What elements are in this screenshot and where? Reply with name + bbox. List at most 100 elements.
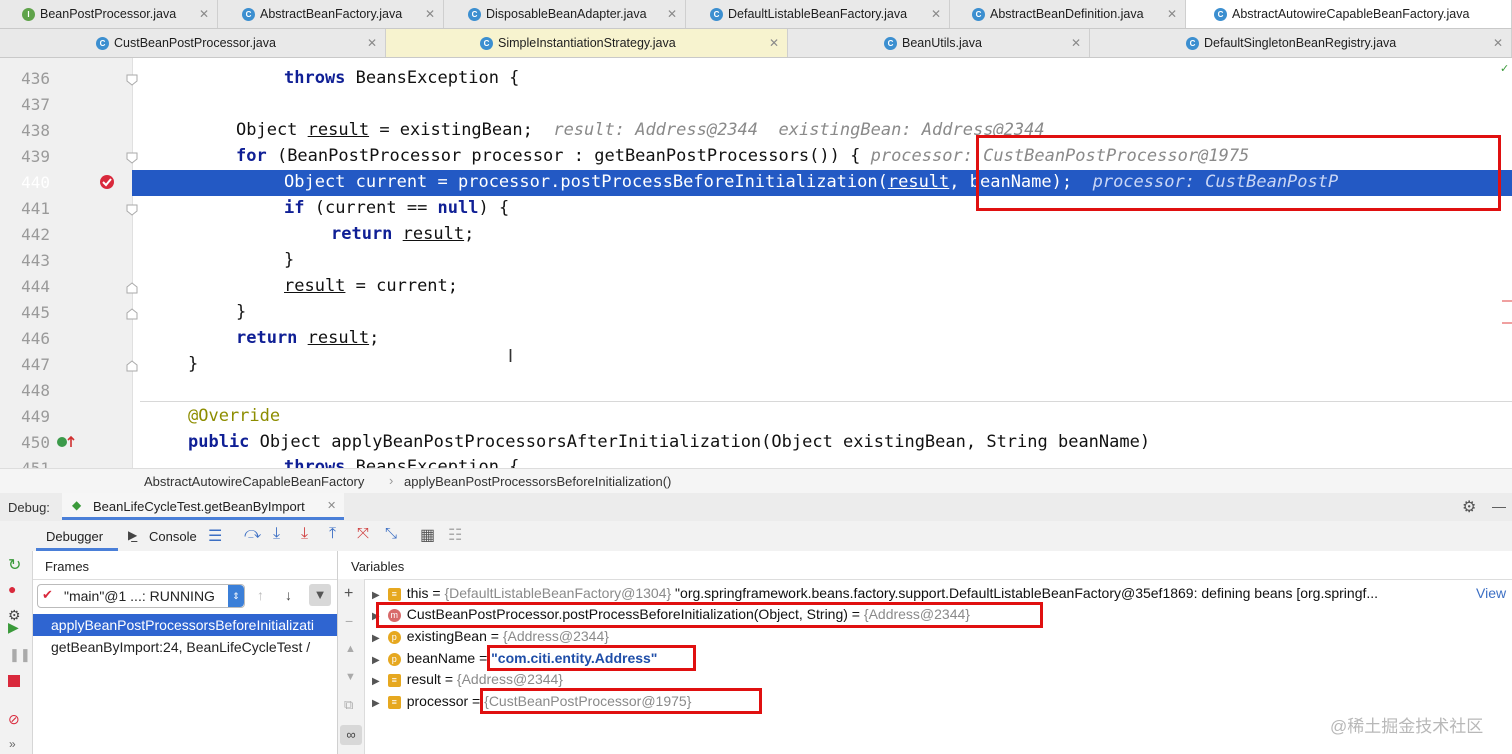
thread-select[interactable]: ✔ "main"@1 ...: RUNNING ⇕ xyxy=(37,584,245,608)
tab-defaultlistablebeanfactory[interactable]: C DefaultListableBeanFactory.java ✕ xyxy=(686,0,950,28)
close-icon[interactable]: ✕ xyxy=(327,499,336,512)
tab-simpleinstantiationstrategy[interactable]: C SimpleInstantiationStrategy.java ✕ xyxy=(386,29,788,57)
tab-disposablebeanadapter[interactable]: C DisposableBeanAdapter.java ✕ xyxy=(444,0,686,28)
fold-icon[interactable] xyxy=(126,282,138,294)
annotation-highlight-box xyxy=(487,645,696,671)
close-icon[interactable]: ✕ xyxy=(199,7,209,21)
code-line-445[interactable]: } xyxy=(236,302,246,322)
tab-console[interactable]: ▶̲ Console xyxy=(128,521,218,551)
tab-defaultsingletonbeanregistry[interactable]: C DefaultSingletonBeanRegistry.java ✕ xyxy=(1090,29,1512,57)
code-line-444[interactable]: result = current; xyxy=(284,276,458,296)
frame-row[interactable]: getBeanByImport:24, BeanLifeCycleTest / xyxy=(33,636,337,658)
class-icon: C xyxy=(884,36,897,50)
watches-glasses-icon[interactable]: ∞ xyxy=(340,725,362,745)
run-config-icon: ◆ xyxy=(72,498,82,512)
code-line-438[interactable]: Object result = existingBean; result: Ad… xyxy=(236,120,1045,140)
code-line-443[interactable]: } xyxy=(284,250,294,270)
close-icon[interactable]: ✕ xyxy=(931,7,941,21)
evaluate-expression-icon[interactable]: ▦ xyxy=(420,525,435,545)
tab-beanutils[interactable]: C BeanUtils.java ✕ xyxy=(788,29,1090,57)
breadcrumb-class[interactable]: AbstractAutowireCapableBeanFactory xyxy=(144,474,364,489)
expand-triangle-icon[interactable]: ▶ xyxy=(372,590,380,601)
view-link[interactable]: View xyxy=(1476,585,1506,601)
fold-icon[interactable] xyxy=(126,360,138,372)
fold-icon[interactable] xyxy=(126,308,138,320)
minimize-icon[interactable]: — xyxy=(1492,498,1506,514)
show-execution-point-icon[interactable]: ⤼ xyxy=(244,525,261,543)
frames-header: Frames xyxy=(33,551,337,580)
fold-icon[interactable] xyxy=(126,152,138,164)
tab-custbeanpostprocessor[interactable]: C CustBeanPostProcessor.java ✕ xyxy=(0,29,386,57)
code-line-450[interactable]: public Object applyBeanPostProcessorsAft… xyxy=(188,432,1150,452)
stop-icon[interactable] xyxy=(8,675,20,687)
close-icon[interactable]: ✕ xyxy=(1071,36,1081,50)
code-line-436[interactable]: throws BeansException { xyxy=(284,68,519,88)
frames-panel: Frames ✔ "main"@1 ...: RUNNING ⇕ ↑ ↓ ▼ a… xyxy=(33,551,338,754)
tab-label: SimpleInstantiationStrategy.java xyxy=(498,36,676,50)
expand-triangle-icon[interactable]: ▶ xyxy=(372,698,380,709)
pause-icon[interactable]: ❚❚ xyxy=(9,647,31,663)
rerun-icon[interactable]: ↻ xyxy=(8,555,21,575)
class-icon: C xyxy=(710,7,723,21)
trace-icon[interactable]: ☷ xyxy=(448,525,462,545)
tab-label: DisposableBeanAdapter.java xyxy=(486,7,647,21)
tab-abstractautowirecapablebeanfactory[interactable]: C AbstractAutowireCapableBeanFactory.jav… xyxy=(1186,0,1512,28)
expand-triangle-icon[interactable]: ▶ xyxy=(372,633,380,644)
tab-abstractbeandefinition[interactable]: C AbstractBeanDefinition.java ✕ xyxy=(950,0,1186,28)
resume-icon[interactable]: ▶ xyxy=(8,619,19,636)
error-mark[interactable] xyxy=(1502,322,1512,324)
close-icon[interactable]: ✕ xyxy=(425,7,435,21)
close-icon[interactable]: ✕ xyxy=(1167,7,1177,21)
filter-icon[interactable]: ▼ xyxy=(309,584,331,606)
step-into-icon[interactable]: ⤓ xyxy=(301,525,308,543)
breadcrumb-method[interactable]: applyBeanPostProcessorsBeforeInitializat… xyxy=(404,474,671,489)
fold-icon[interactable] xyxy=(126,74,138,86)
code-line-451[interactable]: throws BeansException { xyxy=(284,457,519,468)
arrow-down-icon[interactable]: ↓ xyxy=(285,587,292,603)
copy-icon[interactable]: ⧉ xyxy=(344,697,353,713)
error-stripe[interactable]: ✓ xyxy=(1500,60,1512,468)
breakpoint-icon[interactable] xyxy=(98,173,116,191)
expand-triangle-icon[interactable]: ▶ xyxy=(372,676,380,687)
variable-row-existingbean[interactable]: ▶ p existingBean = {Address@2344} xyxy=(372,628,609,644)
expand-triangle-icon[interactable]: ▶ xyxy=(372,655,380,666)
debug-session-tab[interactable]: ◆ BeanLifeCycleTest.getBeanByImport ✕ xyxy=(62,493,344,520)
step-out-icon[interactable]: ⤒ xyxy=(329,525,336,543)
close-icon[interactable]: ✕ xyxy=(769,36,779,50)
close-icon[interactable]: ✕ xyxy=(367,36,377,50)
move-up-icon[interactable]: ▲ xyxy=(345,643,356,655)
minus-icon[interactable]: − xyxy=(345,613,353,629)
tab-beanpostprocessor[interactable]: I BeanPostProcessor.java ✕ xyxy=(0,0,218,28)
arrow-up-icon[interactable]: ↑ xyxy=(257,587,264,603)
close-icon[interactable]: ✕ xyxy=(1493,36,1503,50)
mute-breakpoints-icon[interactable]: ⊘ xyxy=(8,711,20,728)
view-breakpoints-icon[interactable]: ● xyxy=(8,581,16,597)
code-line-441[interactable]: if (current == null) { xyxy=(284,198,509,218)
close-icon[interactable]: ✕ xyxy=(667,7,677,21)
code-line-449[interactable]: @Override xyxy=(188,406,280,426)
drop-frame-icon[interactable]: ⤧ xyxy=(357,525,369,542)
code-line-447[interactable]: } xyxy=(188,354,198,374)
tab-abstractbeanfactory[interactable]: C AbstractBeanFactory.java ✕ xyxy=(218,0,444,28)
mouse-text-cursor-icon: I xyxy=(508,346,514,366)
plus-icon[interactable]: + xyxy=(344,585,353,603)
step-over-icon[interactable]: ⤓ xyxy=(273,525,280,543)
fold-icon[interactable] xyxy=(126,204,138,216)
gear-icon[interactable]: ⚙ xyxy=(1462,497,1476,517)
menu-icon[interactable]: ☰ xyxy=(208,526,222,546)
frame-row[interactable]: applyBeanPostProcessorsBeforeInitializat… xyxy=(33,614,337,636)
error-mark[interactable] xyxy=(1502,300,1512,302)
variable-row-result[interactable]: ▶ ≡ result = {Address@2344} xyxy=(372,671,563,687)
variables-header xyxy=(338,551,1512,580)
tab-debugger[interactable]: Debugger xyxy=(36,521,118,551)
move-down-icon[interactable]: ▼ xyxy=(345,671,356,683)
variable-row-this[interactable]: ▶ ≡ this = {DefaultListableBeanFactory@130… xyxy=(372,585,1378,601)
code-line-446[interactable]: return result; xyxy=(236,328,379,348)
override-marker-icon[interactable] xyxy=(56,433,76,451)
line-number: 449 xyxy=(21,407,50,426)
debug-tool-window-header: Debug: ◆ BeanLifeCycleTest.getBeanByImpo… xyxy=(0,493,1512,522)
run-to-cursor-icon[interactable]: ⤡ xyxy=(385,525,397,542)
expand-more-icon[interactable]: » xyxy=(9,737,16,751)
line-number: 441 xyxy=(21,199,50,218)
code-line-442[interactable]: return result; xyxy=(331,224,474,244)
